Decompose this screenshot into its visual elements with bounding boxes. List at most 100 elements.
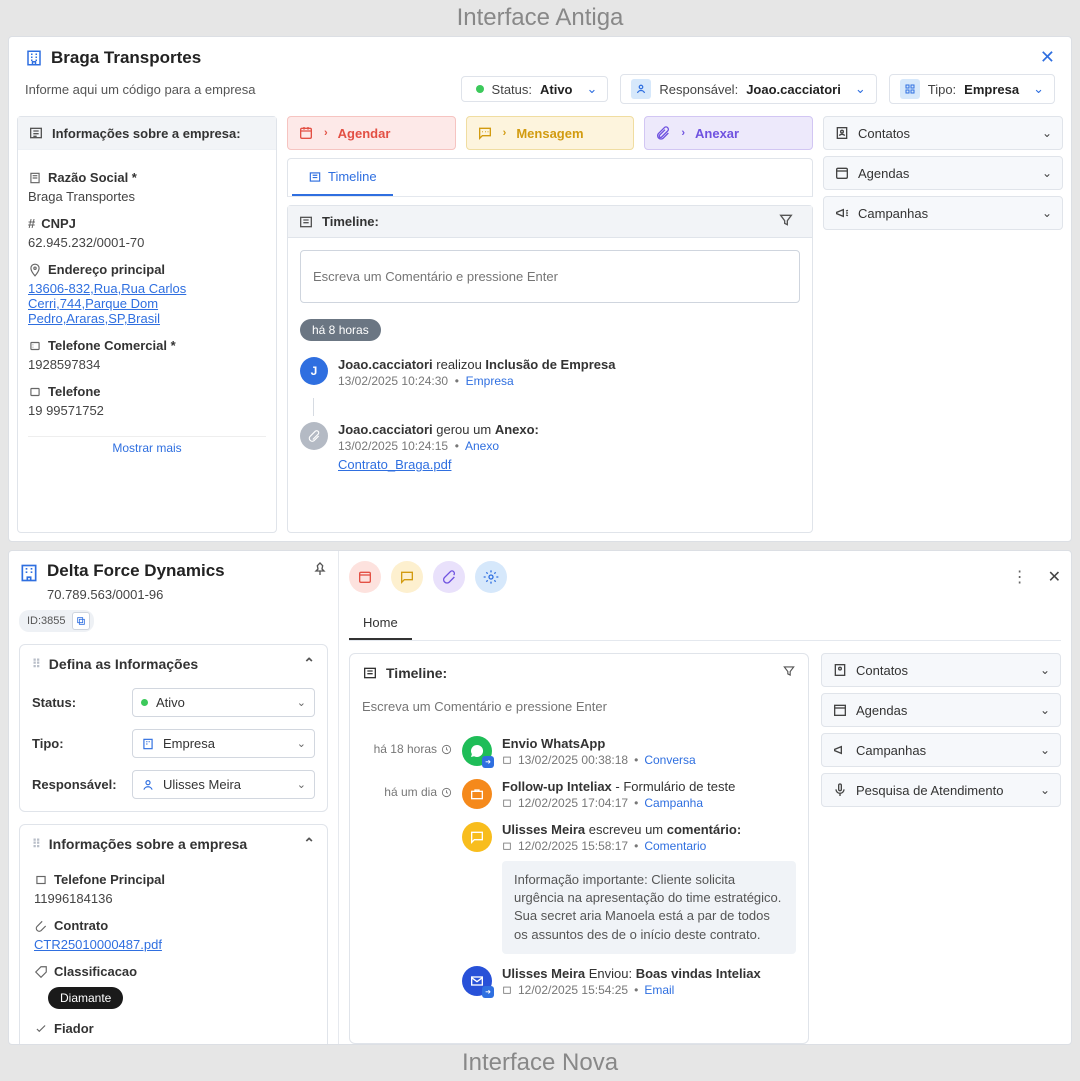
accordion-contatos[interactable]: Contatos⌄	[821, 653, 1061, 687]
card-info-empresa: ⠿ Informações sobre a empresa ⌃ Telefone…	[19, 824, 328, 1044]
accordion-agendas[interactable]: Agendas⌄	[823, 156, 1063, 190]
timeline-comment-input[interactable]	[362, 695, 796, 718]
mensagem-label: Mensagem	[516, 126, 583, 141]
id-text: ID:3855	[27, 615, 66, 627]
addr-value[interactable]: 13606-832,Rua,Rua Carlos Cerri,744,Parqu…	[28, 281, 228, 326]
phone-icon	[28, 339, 42, 353]
timeline-comment-input[interactable]	[300, 250, 800, 303]
mensagem-button[interactable]: › Mensagem	[466, 116, 635, 150]
entry2-file[interactable]: Contrato_Braga.pdf	[338, 457, 539, 472]
entry2-verb: gerou um	[433, 422, 495, 437]
calendar-action[interactable]	[349, 561, 381, 593]
timeline-connector	[313, 398, 314, 416]
status-select[interactable]: Ativo ⌄	[132, 688, 315, 717]
chat-icon	[477, 125, 493, 141]
chevron-down-icon: ⌄	[1042, 166, 1052, 180]
message-action[interactable]	[391, 561, 423, 593]
entry1-action: Inclusão de Empresa	[485, 357, 615, 372]
resp-select[interactable]: Ulisses Meira ⌄	[132, 770, 315, 799]
r3-tag[interactable]: Comentario	[644, 839, 706, 853]
tab-home[interactable]: Home	[349, 607, 412, 640]
accordion-campanhas[interactable]: Campanhas ⌄	[821, 733, 1061, 767]
chevron-down-icon: ⌄	[297, 696, 306, 709]
entry1-user: Joao.cacciatori	[338, 357, 433, 372]
feed-row: ➜ Ulisses Meira Enviou: Boas vindas Inte…	[362, 960, 796, 1003]
list-icon	[362, 665, 378, 681]
feed-row: Ulisses Meira escreveu um comentário: 12…	[362, 816, 796, 960]
chevron-down-icon: ⌄	[297, 778, 306, 791]
chevron-up-icon: ⌃	[303, 655, 315, 672]
settings-action[interactable]	[475, 561, 507, 593]
tipo-select[interactable]: Empresa⌄	[132, 729, 315, 758]
company-title: Braga Transportes	[51, 48, 201, 68]
more-menu[interactable]: ⋮	[1012, 567, 1028, 587]
contrato-label: Contrato	[54, 918, 108, 933]
tabs: Timeline	[287, 158, 813, 197]
top-label: Interface Antiga	[0, 0, 1080, 36]
chevron-down-icon: ⌄	[587, 81, 598, 97]
badge-corner-icon: ➜	[482, 986, 494, 998]
accordion-campanhas[interactable]: Campanhas⌄	[823, 196, 1063, 230]
filter-icon[interactable]	[782, 664, 796, 681]
filter-icon[interactable]	[778, 212, 802, 231]
responsavel-chip[interactable]: Responsável: Joao.cacciatori ⌄	[620, 74, 876, 104]
tab-timeline[interactable]: Timeline	[292, 159, 393, 196]
copy-button[interactable]	[72, 612, 90, 630]
r2-tag[interactable]: Campanha	[644, 796, 703, 810]
card-header[interactable]: ⠿ Defina as Informações ⌃	[20, 645, 327, 682]
accordion-agendas[interactable]: Agendas⌄	[821, 693, 1061, 727]
tipo-chip[interactable]: Tipo: Empresa ⌄	[889, 74, 1055, 104]
accordion-pesquisa[interactable]: Pesquisa de Atendimento⌄	[821, 773, 1061, 807]
list-icon	[298, 214, 314, 230]
agendar-button[interactable]: › Agendar	[287, 116, 456, 150]
tipo-value: Empresa	[163, 736, 215, 751]
check-icon	[34, 1022, 48, 1036]
old-interface: Braga Transportes ✕ Informe aqui um códi…	[8, 36, 1072, 542]
calendar-icon	[502, 755, 512, 765]
entry1-verb: realizou	[433, 357, 486, 372]
age-pill: há 8 horas	[300, 319, 381, 341]
entry1-tag[interactable]: Empresa	[466, 374, 514, 388]
acc-label: Campanhas	[856, 743, 926, 758]
person-icon	[631, 79, 651, 99]
timeline-header: Timeline:	[386, 665, 447, 681]
contacts-icon	[834, 125, 850, 141]
status-chip[interactable]: Status: Ativo ⌄	[461, 76, 609, 102]
anexar-button[interactable]: › Anexar	[644, 116, 813, 150]
mic-icon	[832, 782, 848, 798]
avatar: J	[300, 357, 328, 385]
acc-label: Contatos	[856, 663, 908, 678]
status-label: Status:	[492, 82, 532, 97]
resp-value: Ulisses Meira	[163, 777, 241, 792]
entry2-tag[interactable]: Anexo	[465, 439, 499, 453]
comment-field[interactable]	[313, 269, 787, 284]
timeline-entry: J Joao.cacciatori realizou Inclusão de E…	[288, 351, 812, 398]
chevron-down-icon: ⌄	[1040, 743, 1050, 757]
tag-icon	[34, 965, 48, 979]
r1-tag[interactable]: Conversa	[644, 753, 695, 767]
status-value: Ativo	[156, 695, 185, 710]
paperclip-icon	[441, 569, 457, 585]
drag-handle-icon[interactable]: ⠿	[32, 837, 41, 851]
close-button[interactable]: ✕	[1040, 47, 1055, 68]
show-more-link[interactable]: Mostrar mais	[28, 436, 266, 455]
drag-handle-icon[interactable]: ⠿	[32, 657, 41, 671]
feed-row: há um dia Follow-up Inteliax - Formulári…	[362, 773, 796, 816]
contrato-value[interactable]: CTR25010000487.pdf	[34, 937, 313, 952]
card-header[interactable]: ⠿ Informações sobre a empresa ⌃	[20, 825, 327, 862]
chevron-down-icon: ⌄	[1040, 783, 1050, 797]
r4-tag[interactable]: Email	[644, 983, 674, 997]
pin-button[interactable]	[312, 561, 328, 580]
close-button[interactable]: ✕	[1048, 567, 1061, 587]
comment-field[interactable]	[362, 695, 796, 718]
entry1-ts: 13/02/2025 10:24:30	[338, 374, 448, 388]
accordion-contatos[interactable]: Contatos⌄	[823, 116, 1063, 150]
code-hint[interactable]: Informe aqui um código para a empresa	[25, 82, 449, 97]
attach-action[interactable]	[433, 561, 465, 593]
card2-title: Informações sobre a empresa	[49, 836, 247, 852]
class-value: Diamante	[48, 987, 123, 1009]
chevron-right-icon: ›	[681, 127, 685, 139]
building-icon	[141, 737, 155, 751]
contacts-icon	[832, 662, 848, 678]
resp-label: Responsável:	[659, 82, 738, 97]
